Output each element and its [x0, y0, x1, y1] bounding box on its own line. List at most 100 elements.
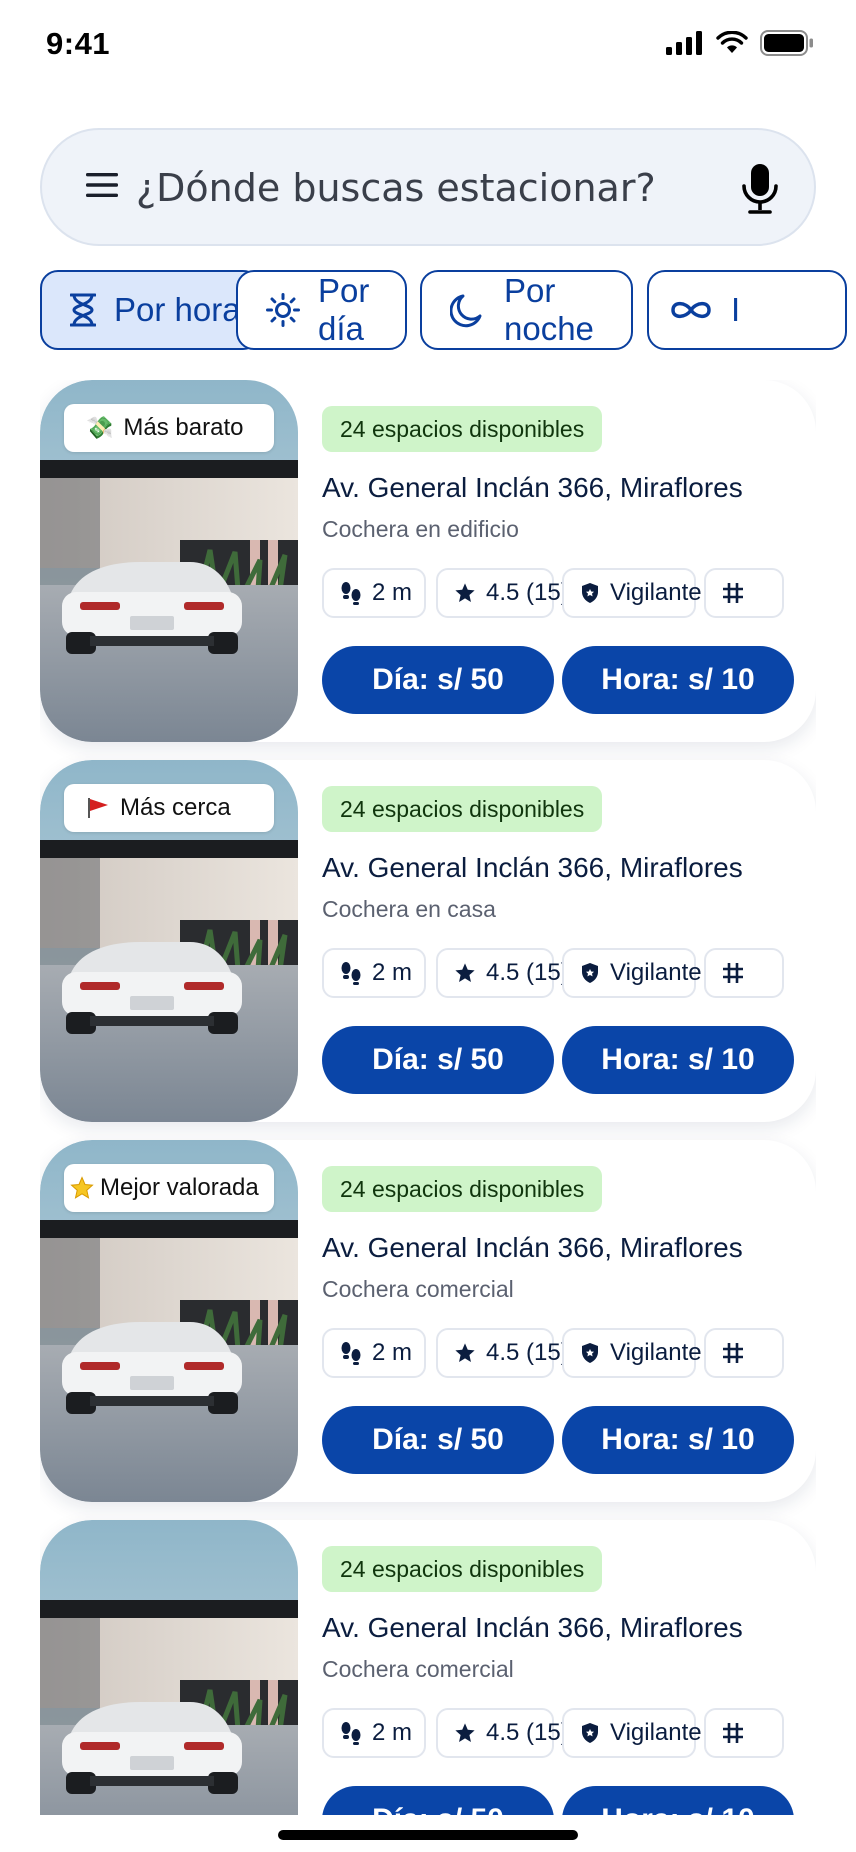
grid-icon [723, 1343, 743, 1363]
feature-security: Vigilante [562, 1708, 702, 1758]
filter-chips: Por hora Por día Por noche I [40, 270, 856, 352]
star-icon [455, 963, 475, 982]
feature-more [704, 1328, 784, 1378]
status-bar: 9:41 [0, 0, 856, 90]
feature-rating: 4.5 (15) [436, 948, 569, 998]
search-bar[interactable] [40, 128, 816, 246]
home-indicator[interactable] [278, 1830, 578, 1840]
battery-icon [760, 30, 813, 56]
day-price-button[interactable]: Día: s/ 50 [322, 1406, 554, 1474]
parking-photo [40, 1520, 298, 1815]
day-price-button[interactable]: Día: s/ 50 [322, 1026, 554, 1094]
feature-more [704, 1708, 784, 1758]
feature-tags: 2 m 4.5 (15) Vigilante [322, 568, 792, 620]
feature-distance: 2 m [322, 948, 426, 998]
money-icon: 💸 [86, 415, 114, 440]
parking-card[interactable]: Mejor valorada 24 espacios disponibles A… [40, 1140, 816, 1502]
parking-card[interactable]: 24 espacios disponibles Av. General Incl… [40, 1520, 816, 1815]
sun-icon [266, 293, 300, 327]
feature-label: 2 m [372, 1339, 413, 1366]
feature-label: 4.5 (15) [486, 1339, 569, 1366]
footsteps-icon [341, 1342, 361, 1365]
parking-type: Cochera comercial [322, 1656, 514, 1682]
search-input[interactable] [136, 160, 696, 216]
parking-type: Cochera en casa [322, 896, 496, 922]
badge-label: Mejor valorada [100, 1174, 259, 1201]
parking-address: Av. General Inclán 366, Miraflores [322, 472, 743, 503]
feature-label: Vigilante [610, 579, 702, 606]
feature-label: 4.5 (15) [486, 1719, 569, 1746]
shield-icon [582, 1343, 598, 1363]
shield-icon [582, 583, 598, 603]
flag-icon [88, 798, 108, 818]
parking-address: Av. General Inclán 366, Miraflores [322, 1232, 743, 1263]
filter-chip-label: Por hora [114, 291, 241, 328]
feature-tags: 2 m 4.5 (15) Vigilante [322, 1328, 792, 1380]
parking-list: 💸 Más barato 24 espacios disponibles Av.… [40, 380, 816, 1815]
footsteps-icon [341, 1722, 361, 1745]
feature-distance: 2 m [322, 1328, 426, 1378]
parking-type: Cochera comercial [322, 1276, 514, 1302]
feature-more [704, 568, 784, 618]
parking-photo: Más cerca [40, 760, 298, 1122]
grid-icon [723, 583, 743, 603]
feature-distance: 2 m [322, 1708, 426, 1758]
feature-tags: 2 m 4.5 (15) Vigilante [322, 1708, 792, 1760]
menu-icon[interactable] [86, 172, 118, 198]
feature-label: 4.5 (15) [486, 579, 569, 606]
availability-badge: 24 espacios disponibles [322, 406, 603, 452]
parking-card[interactable]: Más cerca 24 espacios disponibles Av. Ge… [40, 760, 816, 1122]
feature-label: 2 m [372, 959, 413, 986]
filter-chip-por-dia[interactable]: Por día [236, 270, 407, 350]
filter-chip-por-noche[interactable]: Por noche [420, 270, 633, 350]
microphone-icon[interactable] [740, 162, 780, 216]
hour-price-button[interactable]: Hora: s/ 10 [562, 1786, 794, 1815]
badge-mas-barato: 💸 Más barato [64, 404, 274, 452]
parking-photo: 💸 Más barato [40, 380, 298, 742]
badge-label: Más barato [123, 414, 244, 441]
star-icon [70, 1176, 94, 1199]
status-icons [666, 30, 814, 56]
feature-label: Vigilante [610, 1719, 702, 1746]
feature-label: 4.5 (15) [486, 959, 569, 986]
filter-chip-label: I [731, 291, 741, 328]
grid-icon [723, 963, 743, 983]
hour-price-button[interactable]: Hora: s/ 10 [562, 1026, 794, 1094]
feature-label: 2 m [372, 1719, 413, 1746]
star-icon [455, 583, 475, 602]
hourglass-icon [70, 293, 96, 327]
feature-tags: 2 m 4.5 (15) Vigilante [322, 948, 792, 1000]
parking-photo: Mejor valorada [40, 1140, 298, 1502]
badge-label: Más cerca [120, 794, 231, 821]
day-price-button[interactable]: Día: s/ 50 [322, 646, 554, 714]
parking-address: Av. General Inclán 366, Miraflores [322, 1612, 743, 1643]
feature-rating: 4.5 (15) [436, 1328, 569, 1378]
availability-badge: 24 espacios disponibles [322, 786, 603, 832]
feature-label: Vigilante [610, 1339, 702, 1366]
star-icon [455, 1343, 475, 1362]
feature-more [704, 948, 784, 998]
availability-badge: 24 espacios disponibles [322, 1166, 603, 1212]
hour-price-button[interactable]: Hora: s/ 10 [562, 646, 794, 714]
feature-label: 2 m [372, 579, 413, 606]
footsteps-icon [341, 962, 361, 985]
feature-security: Vigilante [562, 948, 702, 998]
signal-icon [666, 31, 702, 55]
filter-chip-infinity[interactable]: I [647, 270, 847, 350]
badge-mas-cerca: Más cerca [64, 784, 274, 832]
status-time: 9:41 [46, 26, 111, 61]
badge-mejor-valorada: Mejor valorada [64, 1164, 274, 1212]
star-icon [455, 1723, 475, 1742]
feature-security: Vigilante [562, 568, 702, 618]
hour-price-button[interactable]: Hora: s/ 10 [562, 1406, 794, 1474]
shield-icon [582, 963, 598, 983]
availability-badge: 24 espacios disponibles [322, 1546, 603, 1592]
feature-label: Vigilante [610, 959, 702, 986]
filter-chip-label: Por día [318, 272, 370, 347]
day-price-button[interactable]: Día: s/ 50 [322, 1786, 554, 1815]
filter-chip-label: Por noche [504, 272, 594, 347]
filter-chip-por-hora[interactable]: Por hora [40, 270, 261, 350]
parking-type: Cochera en edificio [322, 516, 519, 542]
parking-card[interactable]: 💸 Más barato 24 espacios disponibles Av.… [40, 380, 816, 742]
feature-rating: 4.5 (15) [436, 568, 569, 618]
